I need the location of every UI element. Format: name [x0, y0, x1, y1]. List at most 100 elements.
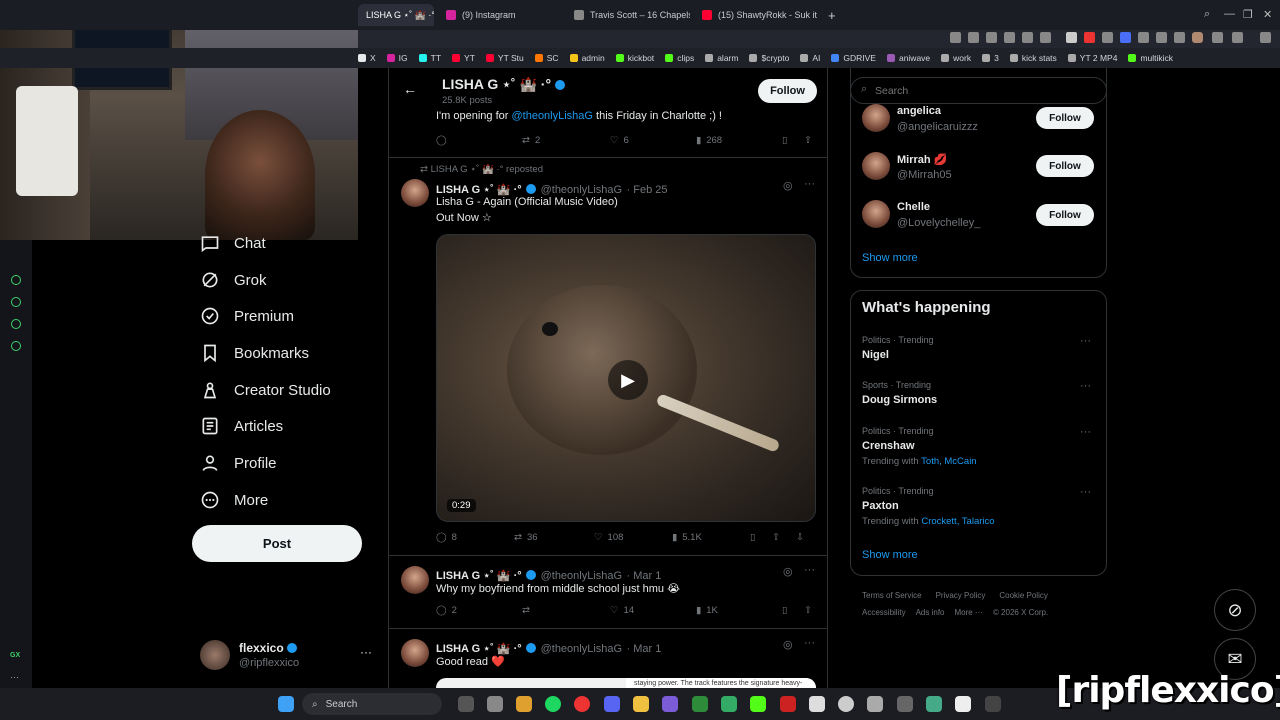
extension-icon[interactable]	[1066, 32, 1077, 43]
bookmark-kickbot[interactable]: kickbot	[615, 53, 654, 63]
download-icon[interactable]	[1212, 32, 1223, 43]
views-button[interactable]: ▮ 1K	[696, 605, 718, 616]
avatar[interactable]	[862, 152, 890, 180]
bookmark-aniwave[interactable]: aniwave	[886, 53, 930, 63]
suggested-handle[interactable]: @Lovelychelley_	[897, 217, 980, 229]
grok-float-icon[interactable]: ⊘	[1214, 589, 1256, 631]
tab-lisha-g[interactable]: LISHA G ⋆˚ 🏰 ·° (@the	[358, 4, 434, 26]
history-icon[interactable]	[11, 297, 21, 307]
app-icon[interactable]	[926, 696, 942, 712]
windows-start-icon[interactable]	[278, 696, 294, 712]
gx-icon[interactable]: GX	[10, 652, 20, 659]
bookmark-gdrive[interactable]: GDRIVE	[831, 53, 876, 63]
author-handle[interactable]: @theonlyLishaG	[541, 570, 623, 582]
download-button[interactable]: ⇩	[796, 532, 804, 543]
audio-app-icon[interactable]	[985, 696, 1001, 712]
show-more-link[interactable]: Show more	[862, 549, 918, 561]
share-button[interactable]: ⇧	[804, 135, 812, 146]
more-icon[interactable]: ···	[804, 637, 815, 649]
more-icon[interactable]: ···	[10, 672, 19, 682]
share-button[interactable]: ⇧	[804, 605, 812, 616]
avatar[interactable]	[401, 179, 429, 207]
trend-name[interactable]: Paxton	[862, 500, 899, 512]
app-icon[interactable]	[780, 696, 796, 712]
record-icon[interactable]	[1084, 32, 1095, 43]
video-player[interactable]: ▶ 0:29	[436, 234, 816, 522]
avatar[interactable]	[862, 200, 890, 228]
app-icon[interactable]	[955, 696, 971, 712]
tab-travis-scott[interactable]: Travis Scott – 16 Chapels	[566, 4, 690, 26]
bookmark-3[interactable]: 3	[982, 53, 999, 63]
wallet-icon[interactable]	[1022, 32, 1033, 43]
views-button[interactable]: ▮ 268	[696, 135, 722, 146]
bookmark-multikick[interactable]: multikick	[1128, 53, 1173, 63]
bookmark-button[interactable]: ▯	[782, 605, 787, 616]
avatar[interactable]	[862, 104, 890, 132]
footer-terms[interactable]: Terms of Service	[862, 591, 922, 600]
bookmark-work[interactable]: work	[941, 53, 971, 63]
views-button[interactable]: ▮ 5.1K	[672, 532, 702, 543]
calculator-icon[interactable]	[897, 696, 913, 712]
trend-more-icon[interactable]: ···	[1080, 380, 1091, 392]
bookmark-tt[interactable]: TT	[418, 53, 441, 63]
extensions-puzzle-icon[interactable]	[1174, 32, 1185, 43]
suggested-name[interactable]: angelica	[897, 105, 941, 117]
author-name[interactable]: LISHA G ⋆˚ 🏰 ·°	[436, 184, 522, 196]
menu-icon[interactable]	[1260, 32, 1271, 43]
bookmark-button[interactable]: ▯	[782, 135, 787, 146]
restore-icon[interactable]: ❐	[1243, 8, 1253, 21]
extensions-icon[interactable]	[11, 319, 21, 329]
follow-button[interactable]: Follow	[1036, 107, 1094, 129]
trend-more-icon[interactable]: ···	[1080, 335, 1091, 347]
nav-articles[interactable]: Articles	[200, 416, 283, 436]
tab-shawtyrokk[interactable]: (15) ShawtyRokk - Suk it S	[694, 4, 818, 26]
grok-icon[interactable]: ◎	[783, 179, 793, 192]
footer-cookie[interactable]: Cookie Policy	[999, 591, 1047, 600]
trending-with-links[interactable]: Crockett, Talarico	[921, 516, 994, 527]
new-tab-button[interactable]: +	[820, 4, 840, 26]
footer-privacy[interactable]: Privacy Policy	[936, 591, 986, 600]
settings-icon[interactable]	[11, 341, 21, 351]
bookmark-yt-studio[interactable]: YT Stu	[485, 53, 524, 63]
bookmark-button[interactable]: ▯	[750, 532, 755, 543]
minimize-icon[interactable]: —	[1224, 8, 1235, 20]
show-more-link[interactable]: Show more	[862, 252, 918, 264]
app-icon[interactable]	[809, 696, 825, 712]
spotify-icon[interactable]	[545, 696, 561, 712]
nav-premium[interactable]: Premium	[200, 306, 294, 326]
bookmark-yt2mp4[interactable]: YT 2 MP4	[1067, 53, 1117, 63]
trend-name[interactable]: Crenshaw	[862, 440, 915, 452]
nav-grok[interactable]: Grok	[200, 270, 267, 290]
like-button[interactable]: ♡ 6	[610, 135, 629, 146]
heart-icon[interactable]	[1040, 32, 1051, 43]
nav-creator-studio[interactable]: Creator Studio	[200, 380, 331, 400]
bookmark-ai[interactable]: AI	[800, 53, 820, 63]
reply-button[interactable]: ◯ 2	[436, 605, 457, 616]
file-explorer-icon[interactable]	[633, 696, 649, 712]
trend-more-icon[interactable]: ···	[1080, 426, 1091, 438]
avatar[interactable]	[401, 566, 429, 594]
more-icon[interactable]: ···	[804, 564, 815, 576]
author-handle[interactable]: @theonlyLishaG	[541, 184, 623, 196]
like-button[interactable]: ♡ 108	[594, 532, 623, 543]
nav-more[interactable]: More	[200, 490, 268, 510]
ai-icon[interactable]	[1232, 32, 1243, 43]
like-button[interactable]: ♡ 14	[610, 605, 634, 616]
author-handle[interactable]: @theonlyLishaG	[541, 643, 623, 655]
app-icon[interactable]	[867, 696, 883, 712]
bookmark-x[interactable]: X	[358, 53, 376, 63]
author-name[interactable]: LISHA G ⋆˚ 🏰 ·°	[436, 643, 522, 655]
suggested-handle[interactable]: @Mirrah05	[897, 169, 952, 181]
pin-icon[interactable]	[968, 32, 979, 43]
tab-instagram[interactable]: (9) Instagram	[438, 4, 562, 26]
repost-button[interactable]: ⇄	[522, 605, 535, 616]
tweet-date[interactable]: · Feb 25	[627, 184, 668, 196]
bookmark-alarm[interactable]: alarm	[705, 53, 738, 63]
footer-accessibility[interactable]: Accessibility	[862, 608, 906, 617]
back-arrow-icon[interactable]: ←	[403, 81, 417, 97]
task-view-icon[interactable]	[458, 696, 474, 712]
discord-icon[interactable]	[604, 696, 620, 712]
opera-icon[interactable]	[574, 696, 590, 712]
extension-icon[interactable]	[1120, 32, 1131, 43]
sidebar-app-icon[interactable]	[11, 275, 21, 285]
